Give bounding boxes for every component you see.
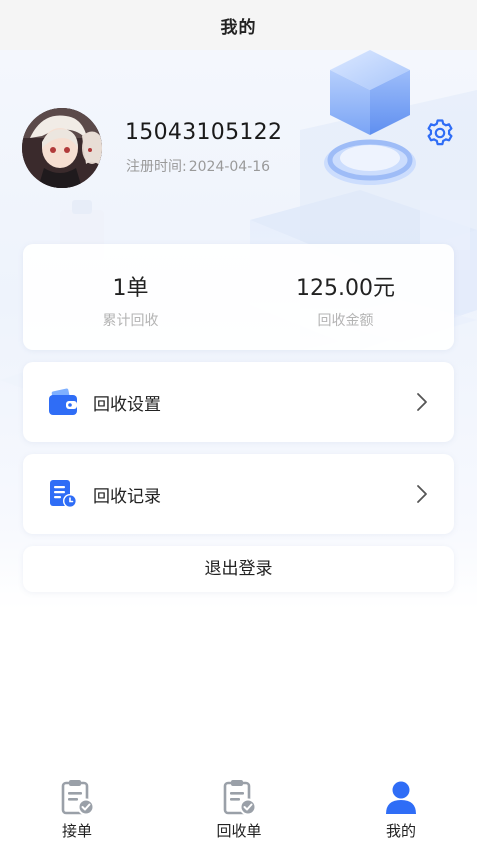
tab-accept-orders[interactable]: 接单 <box>17 778 137 848</box>
clipboard-check-icon <box>61 780 95 816</box>
avatar-image <box>22 108 102 188</box>
register-label: 注册时间: <box>126 159 187 175</box>
menu-label: 回收设置 <box>93 395 161 415</box>
menu-label: 回收记录 <box>93 487 161 507</box>
clipboard-check-icon <box>223 780 257 816</box>
stat-value: 1单 <box>112 276 149 301</box>
user-icon <box>386 781 416 814</box>
avatar[interactable] <box>22 108 102 188</box>
logout-button[interactable]: 退出登录 <box>23 546 454 592</box>
tab-recycle-orders[interactable]: 回收单 <box>179 778 299 848</box>
stat-label: 累计回收 <box>102 313 159 329</box>
stat-total-amount: 125.00元 回收金额 <box>238 244 453 350</box>
page-title: 我的 <box>220 17 257 38</box>
settings-gear-icon[interactable] <box>424 117 456 149</box>
user-phone: 15043105122 <box>125 120 283 145</box>
wallet-icon <box>49 388 77 415</box>
top-bar: 我的 <box>0 0 477 50</box>
tab-mine[interactable]: 我的 <box>341 778 461 848</box>
chevron-right-icon <box>417 485 427 503</box>
logout-label: 退出登录 <box>204 559 273 579</box>
menu-item-recycle-settings[interactable]: 回收设置 <box>23 362 454 442</box>
stats-card: 1单 累计回收 125.00元 回收金额 <box>23 244 454 350</box>
tab-label: 我的 <box>385 822 416 840</box>
stat-total-orders: 1单 累计回收 <box>23 244 238 350</box>
register-time: 注册时间: 2024-04-16 <box>126 156 270 176</box>
document-clock-icon <box>50 480 77 508</box>
bottom-tab-bar: 接单 回收单 我的 <box>0 770 477 850</box>
tab-label: 接单 <box>61 822 92 840</box>
register-date: 2024-04-16 <box>188 159 271 175</box>
stat-value: 125.00元 <box>296 276 395 301</box>
menu-item-recycle-records[interactable]: 回收记录 <box>23 454 454 534</box>
chevron-right-icon <box>417 393 427 411</box>
stat-label: 回收金额 <box>317 313 374 329</box>
tab-label: 回收单 <box>216 822 262 840</box>
